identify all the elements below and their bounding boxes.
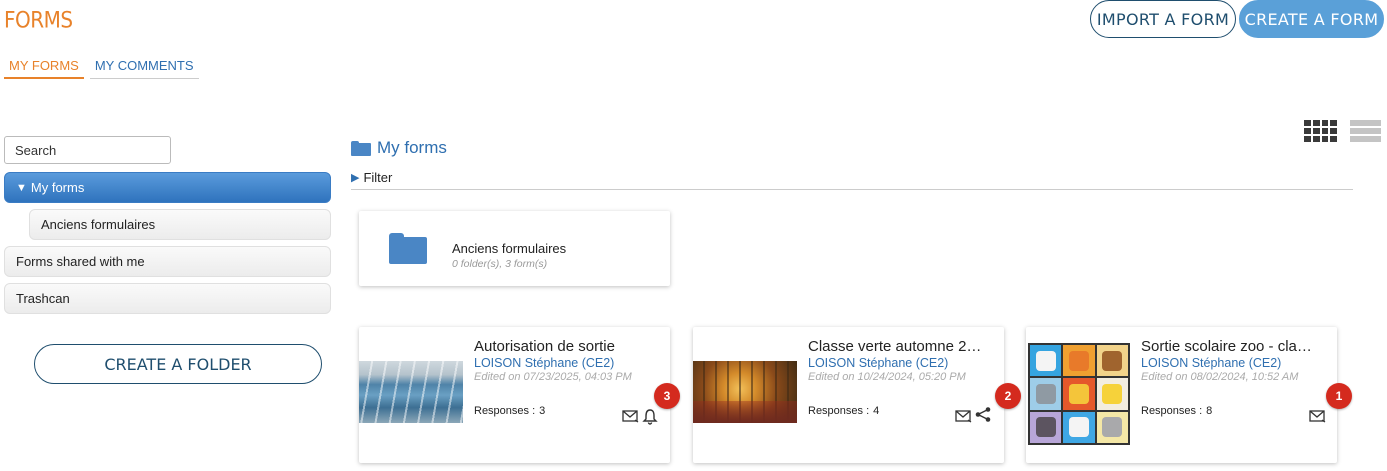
- caret-right-icon: ▶: [351, 172, 360, 184]
- form-card[interactable]: Classe verte automne 2… LOISON Stéphane …: [693, 327, 1021, 463]
- form-title: Sortie scolaire zoo - cla…: [1141, 338, 1312, 355]
- form-thumbnail: [1028, 343, 1130, 445]
- form-card[interactable]: Sortie scolaire zoo - cla… LOISON Stépha…: [1026, 327, 1352, 463]
- breadcrumb: My forms: [351, 138, 447, 158]
- form-thumbnail: [693, 361, 797, 423]
- sidebar-item-label: Forms shared with me: [16, 254, 145, 269]
- form-responses: Responses : 4: [808, 405, 879, 417]
- form-title: Classe verte automne 2…: [808, 338, 982, 355]
- sidebar-item-forms-shared[interactable]: Forms shared with me: [4, 246, 331, 277]
- notification-badge: 2: [995, 383, 1021, 409]
- tab-my-forms[interactable]: MY FORMS: [4, 56, 84, 79]
- notification-badge: 3: [654, 383, 680, 409]
- create-folder-button[interactable]: CREATE A FOLDER: [34, 344, 322, 384]
- create-form-button[interactable]: CREATE A FORM: [1239, 0, 1384, 38]
- form-edited-date: Edited on 10/24/2024, 05:20 PM: [808, 371, 966, 383]
- app-title: FORMS: [4, 6, 73, 34]
- responses-count: 4: [873, 405, 880, 417]
- responses-count: 3: [539, 405, 546, 417]
- form-owner: LOISON Stéphane (CE2): [1141, 356, 1282, 370]
- form-title: Autorisation de sortie: [474, 338, 615, 355]
- folder-icon: [389, 233, 427, 264]
- caret-down-icon: ▼: [16, 181, 27, 194]
- sidebar-item-label: Trashcan: [16, 291, 70, 306]
- responses-label: Responses :: [474, 405, 536, 417]
- share-icon[interactable]: [975, 406, 991, 423]
- form-owner: LOISON Stéphane (CE2): [474, 356, 615, 370]
- mail-icon[interactable]: [955, 410, 972, 423]
- import-form-button[interactable]: IMPORT A FORM: [1090, 0, 1236, 38]
- folder-card[interactable]: Anciens formulaires 0 folder(s), 3 form(…: [359, 211, 670, 286]
- folder-name: Anciens formulaires: [452, 241, 567, 256]
- sidebar-item-label: My forms: [30, 180, 85, 195]
- list-view-icon[interactable]: [1350, 120, 1381, 142]
- notification-badge: 1: [1326, 383, 1352, 409]
- responses-count: 8: [1206, 405, 1213, 417]
- filter-label: Filter: [363, 170, 393, 185]
- grid-view-icon[interactable]: [1304, 120, 1337, 142]
- responses-label: Responses :: [808, 405, 870, 417]
- filter-toggle[interactable]: ▶ Filter: [351, 170, 392, 185]
- form-responses: Responses : 8: [1141, 405, 1212, 417]
- search-input[interactable]: [4, 136, 171, 164]
- mail-icon[interactable]: [1309, 410, 1326, 423]
- form-thumbnail: [359, 361, 463, 423]
- form-card[interactable]: Autorisation de sortie LOISON Stéphane (…: [359, 327, 680, 463]
- form-edited-date: Edited on 08/02/2024, 10:52 AM: [1141, 371, 1299, 383]
- folder-meta: 0 folder(s), 3 form(s): [452, 258, 548, 270]
- sidebar-item-anciens-formulaires[interactable]: Anciens formulaires: [29, 209, 331, 240]
- mail-icon[interactable]: [622, 410, 639, 423]
- responses-label: Responses :: [1141, 405, 1203, 417]
- form-owner: LOISON Stéphane (CE2): [808, 356, 949, 370]
- bell-icon[interactable]: [642, 408, 658, 425]
- page-title: My forms: [377, 138, 447, 157]
- form-responses: Responses : 3: [474, 405, 545, 417]
- tabs: MY FORMS MY COMMENTS: [4, 56, 199, 79]
- sidebar-item-label: Anciens formulaires: [41, 217, 156, 232]
- tab-my-comments[interactable]: MY COMMENTS: [89, 56, 199, 79]
- divider: [351, 189, 1353, 190]
- sidebar-item-trashcan[interactable]: Trashcan: [4, 283, 331, 314]
- sidebar-item-my-forms[interactable]: ▼ My forms: [4, 172, 331, 203]
- folder-icon: [351, 140, 371, 156]
- form-edited-date: Edited on 07/23/2025, 04:03 PM: [474, 371, 632, 383]
